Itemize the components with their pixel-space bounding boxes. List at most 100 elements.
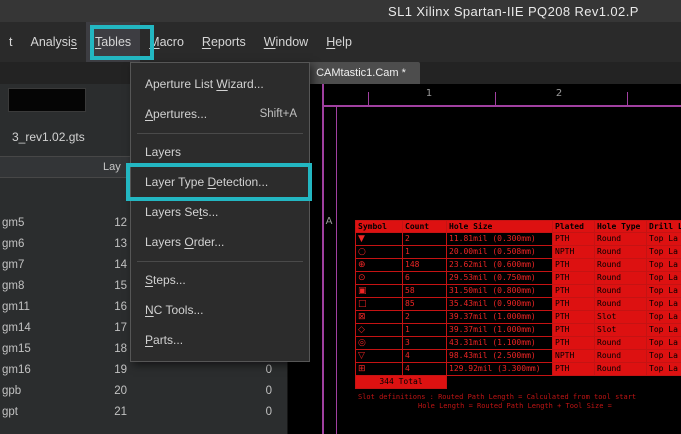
zone-label-a: A	[323, 216, 335, 227]
menu-item-parts[interactable]: Parts...	[131, 325, 309, 355]
drill-plated: PTH	[553, 311, 595, 324]
layer-number: 16	[0, 301, 127, 313]
drill-hole-size: 23.62mil (0.600mm)	[447, 259, 553, 272]
drill-table-row: ◎ 3 43.31mil (1.100mm) PTH Round Top La	[355, 337, 681, 350]
drill-count: 4	[403, 350, 447, 363]
drill-hole-type: Round	[595, 272, 647, 285]
menu-item-reports[interactable]: Reports	[193, 22, 255, 62]
drill-symbol-icon: □	[355, 298, 403, 311]
cam-viewport[interactable]: 1 2 A Symbol Count Hole Size Plated Hole…	[288, 84, 681, 434]
drill-hole-type: Round	[595, 337, 647, 350]
drill-hole-type: Round	[595, 246, 647, 259]
document-tab-strip: CAMtastic1.Cam *	[0, 62, 681, 84]
drill-hole-size: 39.37mil (1.000mm)	[447, 324, 553, 337]
drill-plated: NPTH	[553, 350, 595, 363]
menu-item-label: Layers Order...	[145, 235, 224, 249]
drill-count: 4	[403, 363, 447, 376]
menu-item-layers[interactable]: Layers	[131, 137, 309, 167]
drill-hole-size: 98.43mil (2.500mm)	[447, 350, 553, 363]
drill-table-row: ▼ 2 11.81mil (0.300mm) PTH Round Top La	[355, 233, 681, 246]
layer-number: 15	[0, 280, 127, 292]
drill-table-row: ◇ 1 39.37mil (1.000mm) PTH Slot Top La	[355, 324, 681, 337]
drill-plated: PTH	[553, 259, 595, 272]
main-area: 3_rev1.02.gts Lay gm5 12 gm6 13	[0, 84, 681, 434]
drill-symbol-icon: ▣	[355, 285, 403, 298]
menu-item-nc-tools[interactable]: NC Tools...	[131, 295, 309, 325]
zone-tick	[368, 92, 369, 105]
menu-item-layers-order[interactable]: Layers Order...	[131, 227, 309, 257]
header-drill: Drill L	[647, 220, 681, 233]
menu-item-window[interactable]: Window	[255, 22, 317, 62]
drill-count: 3	[403, 337, 447, 350]
zone-label-2: 2	[554, 88, 564, 99]
drill-hole-size: 39.37mil (1.000mm)	[447, 311, 553, 324]
drill-layer: Top La	[647, 246, 681, 259]
drill-plated: PTH	[553, 298, 595, 311]
tab-camtastic1[interactable]: CAMtastic1.Cam *	[302, 62, 420, 84]
drill-table-row: ▽ 4 98.43mil (2.500mm) NPTH Round Top La	[355, 350, 681, 363]
drill-total: 344 Total	[355, 376, 447, 389]
menu-item-label: Parts...	[145, 333, 183, 347]
layer-row[interactable]: gpb 20 0	[0, 382, 287, 403]
drill-hole-size: 31.50mil (0.800mm)	[447, 285, 553, 298]
drill-hole-type: Slot	[595, 324, 647, 337]
drill-hole-type: Round	[595, 363, 647, 376]
menu-item-label: Steps...	[145, 273, 186, 287]
drill-layer: Top La	[647, 337, 681, 350]
app-window: SL1 Xilinx Spartan-IIE PQ208 Rev1.02.P t…	[0, 0, 681, 434]
drill-count: 2	[403, 311, 447, 324]
menu-item-apertures[interactable]: Apertures... Shift+A	[131, 99, 309, 129]
tables-menu-dropdown: Aperture List Wizard... Apertures... Shi…	[130, 62, 310, 362]
drill-count: 1	[403, 324, 447, 337]
drill-symbol-icon: ⊞	[355, 363, 403, 376]
drill-table-row: ▣ 58 31.50mil (0.800mm) PTH Round Top La	[355, 285, 681, 298]
drill-plated: PTH	[553, 337, 595, 350]
menu-item-macro[interactable]: Macro	[140, 22, 193, 62]
menu-item-layer-type-detection[interactable]: Layer Type Detection...	[131, 167, 309, 197]
drill-hole-type: Round	[595, 350, 647, 363]
drill-table-row: ⊞ 4 129.92mil (3.300mm) PTH Round Top La	[355, 363, 681, 376]
drill-plated: PTH	[553, 233, 595, 246]
drill-layer: Top La	[647, 298, 681, 311]
drill-plated: PTH	[553, 285, 595, 298]
menu-item-label: Layers Sets...	[145, 205, 218, 219]
drill-table-row: ⊕ 148 23.62mil (0.600mm) PTH Round Top L…	[355, 259, 681, 272]
drill-layer: Top La	[647, 272, 681, 285]
layer-number: 14	[0, 259, 127, 271]
drill-symbol-icon: ⊙	[355, 272, 403, 285]
layer-number: 12	[0, 217, 127, 229]
menu-item-aperture-list-wizard[interactable]: Aperture List Wizard...	[131, 69, 309, 99]
drill-layer: Top La	[647, 259, 681, 272]
drill-count: 148	[403, 259, 447, 272]
drill-hole-type: Round	[595, 285, 647, 298]
drill-total-row: 344 Total	[355, 376, 681, 389]
drill-symbol-icon: ◇	[355, 324, 403, 337]
drill-hole-size: 35.43mil (0.900mm)	[447, 298, 553, 311]
menu-separator	[137, 133, 303, 134]
menu-item-analysis[interactable]: Analysis	[21, 22, 86, 62]
drill-symbol-icon: ▽	[355, 350, 403, 363]
menu-item-layers-sets[interactable]: Layers Sets...	[131, 197, 309, 227]
layer-preview-box[interactable]	[8, 88, 86, 112]
menu-item-tables[interactable]: Tables	[86, 22, 140, 62]
tab-label: CAMtastic1.Cam *	[316, 67, 406, 79]
layer-row[interactable]: gpt 21 0	[0, 403, 287, 424]
drill-symbol-icon: ◎	[355, 337, 403, 350]
layer-count: 0	[0, 385, 272, 397]
drill-layer: Top La	[647, 285, 681, 298]
active-layer-label[interactable]: 3_rev1.02.gts	[12, 130, 85, 144]
drill-plated: PTH	[553, 272, 595, 285]
menu-item-label: Aperture List Wizard...	[145, 77, 264, 91]
menu-item-help[interactable]: Help	[317, 22, 361, 62]
header-symbol: Symbol	[355, 220, 403, 233]
drill-layer: Top La	[647, 350, 681, 363]
menu-item-label: NC Tools...	[145, 303, 203, 317]
drill-layer: Top La	[647, 363, 681, 376]
header-hole-type: Hole Type	[595, 220, 647, 233]
drill-hole-size: 129.92mil (3.300mm)	[447, 363, 553, 376]
menu-item-label: Layer Type Detection...	[145, 175, 268, 189]
menu-item-steps[interactable]: Steps...	[131, 265, 309, 295]
menu-item-truncated[interactable]: t	[0, 22, 21, 62]
layer-row[interactable]: gm16 19 0	[0, 361, 287, 382]
header-hole-size: Hole Size	[447, 220, 553, 233]
